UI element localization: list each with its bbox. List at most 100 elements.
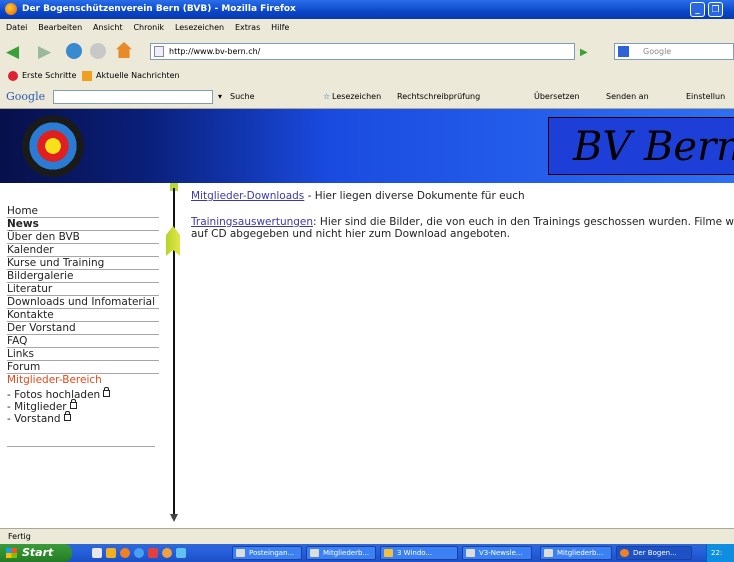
sidebar-item-literature[interactable]: Literatur xyxy=(7,283,159,296)
sidebar-divider xyxy=(7,446,155,447)
sidebar-item-news[interactable]: News xyxy=(7,218,159,231)
url-text: http://www.bv-bern.ch/ xyxy=(169,47,261,56)
member-downloads-link[interactable]: Mitglieder-Downloads xyxy=(191,190,304,202)
sidebar-item-downloads[interactable]: Downloads und Infomaterial xyxy=(7,296,159,309)
taskbar-item-inbox[interactable]: Posteingan... xyxy=(232,546,302,560)
taskbar-item-mitgliederb-2[interactable]: Mitgliederb... xyxy=(540,546,612,560)
folder-icon xyxy=(384,549,393,557)
star-icon: ☆ xyxy=(323,92,331,101)
search-input[interactable]: Google xyxy=(614,43,734,60)
firefox-icon xyxy=(5,3,17,15)
lock-icon xyxy=(69,399,77,409)
menu-file[interactable]: Datei xyxy=(6,19,27,37)
maximize-button[interactable]: ❐ xyxy=(708,2,723,17)
downloads-paragraph: Mitglieder-Downloads - Hier liegen diver… xyxy=(191,190,734,202)
training-evaluations-link[interactable]: Trainingsauswertungen xyxy=(191,216,313,228)
lock-icon xyxy=(103,387,111,397)
go-icon[interactable]: ▶ xyxy=(580,45,588,61)
sidebar-subitem-members[interactable]: - Mitglieder xyxy=(7,399,159,413)
minimize-button[interactable]: _ xyxy=(690,2,705,17)
send-to-button[interactable]: Senden an xyxy=(606,92,649,101)
sidebar-item-home[interactable]: Home xyxy=(7,205,159,218)
bookmarks-toolbar: Erste Schritte Aktuelle Nachrichten xyxy=(0,67,734,87)
menu-view[interactable]: Ansicht xyxy=(93,19,123,37)
taskbar-item-mitgliederb-1[interactable]: Mitgliederb... xyxy=(306,546,376,560)
sidebar-item-gallery[interactable]: Bildergalerie xyxy=(7,270,159,283)
sidebar-item-board[interactable]: Der Vorstand xyxy=(7,322,159,335)
quicklaunch-messenger-icon[interactable] xyxy=(176,548,186,558)
sidebar-item-links[interactable]: Links xyxy=(7,348,159,361)
clock[interactable]: 22: xyxy=(711,549,722,557)
menu-help[interactable]: Hilfe xyxy=(271,19,289,37)
start-label: Start xyxy=(22,546,54,559)
menu-edit[interactable]: Bearbeiten xyxy=(38,19,82,37)
quicklaunch-desktop-icon[interactable] xyxy=(92,548,102,558)
word-icon xyxy=(466,549,475,557)
mail-icon xyxy=(310,549,319,557)
google-bookmarks-button[interactable]: Lesezeichen xyxy=(332,92,381,101)
sidebar-nav: Home News Über den BVB Kalender Kurse un… xyxy=(7,205,159,425)
lock-icon xyxy=(63,411,71,421)
quicklaunch-mail-icon[interactable] xyxy=(106,548,116,558)
search-placeholder: Google xyxy=(643,47,672,56)
taskbar-item-windows-group[interactable]: 3 Windo... xyxy=(380,546,458,560)
status-bar: Fertig xyxy=(0,528,734,545)
google-search-icon xyxy=(618,46,629,57)
start-button[interactable]: Start xyxy=(0,544,72,562)
training-paragraph: Trainingsauswertungen: Hier sind die Bil… xyxy=(191,216,734,240)
bookmark-news[interactable]: Aktuelle Nachrichten xyxy=(96,71,180,80)
training-description-cont: auf CD abgegeben und nicht hier zum Down… xyxy=(191,228,510,240)
sidebar-item-about[interactable]: Über den BVB xyxy=(7,231,159,244)
url-input[interactable]: http://www.bv-bern.ch/ xyxy=(150,43,575,60)
navigation-toolbar: ◀ ▶ http://www.bv-bern.ch/ ▶ Google xyxy=(0,37,734,68)
sidebar-subitem-upload-photos[interactable]: - Fotos hochladen xyxy=(7,387,159,401)
translate-button[interactable]: Übersetzen xyxy=(534,92,580,101)
quicklaunch-player-icon[interactable] xyxy=(162,548,172,558)
system-tray: 22: xyxy=(706,544,734,562)
google-toolbar: Google ▾ Suche ☆ Lesezeichen Rechtschrei… xyxy=(0,86,734,109)
sidebar-item-contacts[interactable]: Kontakte xyxy=(7,309,159,322)
quicklaunch-firefox-icon[interactable] xyxy=(120,548,130,558)
sidebar-item-calendar[interactable]: Kalender xyxy=(7,244,159,257)
back-icon[interactable]: ◀ xyxy=(6,44,19,61)
taskbar-item-newsletter[interactable]: V3-Newsle... xyxy=(462,546,532,560)
sidebar-subitem-board[interactable]: - Vorstand xyxy=(7,411,159,425)
google-dropdown-icon[interactable]: ▾ xyxy=(218,92,222,101)
quicklaunch-app-icon[interactable] xyxy=(148,548,158,558)
google-search-button[interactable]: Suche xyxy=(230,92,255,101)
home-icon[interactable] xyxy=(116,42,132,58)
menu-history[interactable]: Chronik xyxy=(133,19,164,37)
quicklaunch-ie-icon[interactable] xyxy=(134,548,144,558)
downloads-description: - Hier liegen diverse Dokumente für euch xyxy=(304,190,525,202)
outlook-icon xyxy=(236,549,245,557)
stop-icon[interactable] xyxy=(90,43,106,59)
windows-taskbar: Start Posteingan... Mitgliederb... 3 Win… xyxy=(0,544,734,562)
reload-icon[interactable] xyxy=(66,43,82,59)
archery-target-logo xyxy=(22,115,84,177)
status-text: Fertig xyxy=(8,532,31,541)
taskbar-item-firefox[interactable]: Der Bogen... xyxy=(616,546,692,560)
menu-bar: Datei Bearbeiten Ansicht Chronik Lesezei… xyxy=(0,19,734,37)
window-title-bar[interactable]: Der Bogenschützenverein Bern (BVB) - Moz… xyxy=(0,0,734,19)
google-toolbar-logo: Google xyxy=(6,90,46,103)
main-content: Mitglieder-Downloads - Hier liegen diver… xyxy=(191,190,734,240)
spellcheck-button[interactable]: Rechtschreibprüfung xyxy=(397,92,480,101)
forward-icon[interactable]: ▶ xyxy=(38,44,51,61)
windows-flag-icon xyxy=(6,548,17,558)
page-icon xyxy=(154,46,164,57)
sidebar-item-courses[interactable]: Kurse und Training xyxy=(7,257,159,270)
menu-tools[interactable]: Extras xyxy=(235,19,260,37)
sidebar-item-members-area[interactable]: Mitglieder-Bereich xyxy=(7,374,159,386)
firefox-icon xyxy=(620,549,629,557)
google-toolbar-search[interactable] xyxy=(53,90,213,104)
sidebar-item-forum[interactable]: Forum xyxy=(7,361,159,374)
arrow-tip-icon xyxy=(170,514,178,522)
window-title: Der Bogenschützenverein Bern (BVB) - Moz… xyxy=(22,4,296,14)
settings-button[interactable]: Einstellun xyxy=(686,92,725,101)
site-title: BV Bern xyxy=(548,117,734,175)
menu-bookmarks[interactable]: Lesezeichen xyxy=(175,19,224,37)
word-icon xyxy=(544,549,553,557)
sidebar-item-faq[interactable]: FAQ xyxy=(7,335,159,348)
bookmark-rss-icon xyxy=(82,71,92,81)
bookmark-first-steps[interactable]: Erste Schritte xyxy=(22,71,76,80)
